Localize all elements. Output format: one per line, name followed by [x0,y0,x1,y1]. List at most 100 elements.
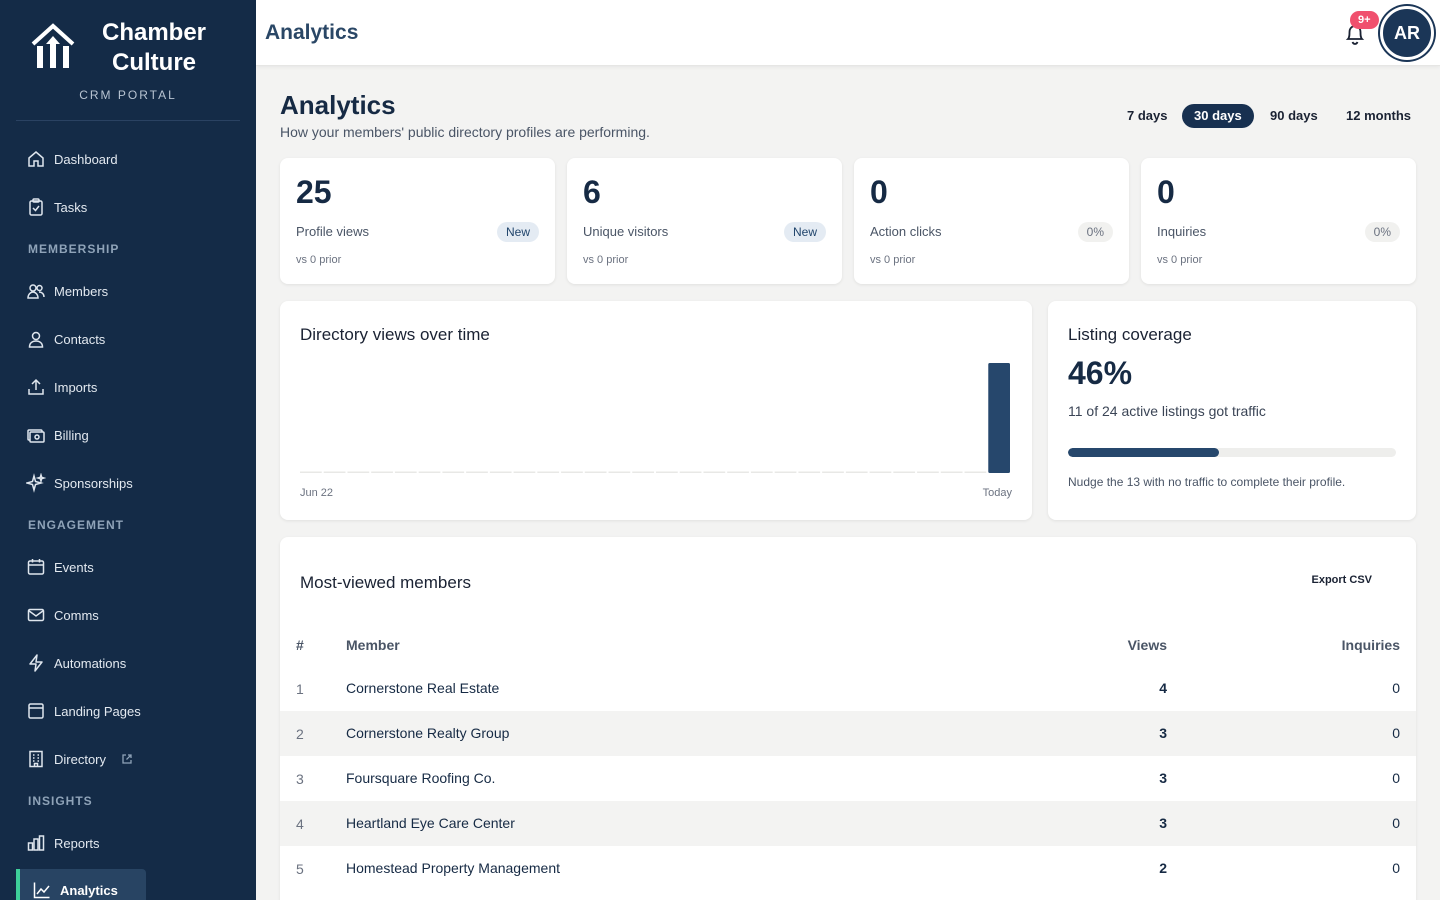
chart-bar-jul-19[interactable] [940,471,963,474]
chart-bar-jul-6[interactable] [632,471,654,474]
range-90-days[interactable]: 90 days [1258,104,1330,128]
chart-bar-jun-22[interactable] [300,471,322,474]
chart-bar-jul-11[interactable] [750,471,773,474]
row-member-name[interactable]: Cornerstone Realty Group [346,725,509,741]
avatar[interactable]: AR [1380,6,1434,60]
sidebar-item-automations[interactable]: Automations [16,643,240,683]
chart-bar-jul-9[interactable] [703,471,726,474]
sidebar-item-contacts[interactable]: Contacts [16,319,240,359]
row-member-name[interactable]: Cornerstone Real Estate [346,680,499,696]
column-header-inquiries[interactable]: Inquiries [1320,637,1400,653]
lightning-bolt-icon [29,654,43,672]
chart-bar-jun-28[interactable] [442,471,465,474]
row-index: 2 [296,726,304,742]
sidebar-item-label: Landing Pages [54,703,141,719]
chart-bar-today[interactable] [988,363,1010,473]
sidebar-item-imports[interactable]: Imports [16,367,240,407]
stat-value: 25 [296,174,332,210]
chart-bar-jul-12[interactable] [774,471,797,474]
stat-prior: vs 0 prior [583,254,629,266]
sidebar-item-members[interactable]: Members [16,271,240,311]
row-member-name[interactable]: Heartland Eye Care Center [346,815,515,831]
chart-bar-jul-14[interactable] [822,471,844,474]
chart-bar-jul-1[interactable] [513,471,536,474]
sidebar-item-label: Analytics [60,882,118,898]
sidebar-item-analytics[interactable]: Analytics [16,869,146,900]
sidebar-item-label: Directory [54,751,107,767]
sidebar-item-directory[interactable]: Directory [16,739,240,779]
chart-bar-jun-24[interactable] [347,471,370,474]
chart-bar-jun-27[interactable] [418,471,441,474]
chart-bar-jul-10[interactable] [727,471,749,474]
stat-label: Inquiries [1157,224,1207,239]
row-inquiries: 0 [1392,860,1400,876]
stat-badge: New [496,222,539,242]
column-header-views[interactable]: Views [1110,637,1167,653]
chart-bar-jul-3[interactable] [561,471,583,474]
sidebar-item-landing-pages[interactable]: Landing Pages [16,691,240,731]
column-header-index: # [296,637,304,653]
user-icon [28,331,44,348]
sidebar-item-billing[interactable]: Billing [16,415,240,455]
sidebar-item-tasks[interactable]: Tasks [16,187,240,227]
column-header-member[interactable]: Member [346,637,400,653]
chart-bar-jul-2[interactable] [537,471,560,474]
brand[interactable]: Chamber Culture [30,18,230,82]
chart-bar-jun-29[interactable] [466,471,488,474]
chart-bar-jul-16[interactable] [869,471,892,474]
sidebar-item-events[interactable]: Events [16,547,240,587]
table-row[interactable]: 1 Cornerstone Real Estate 4 0 [280,666,1416,711]
most-viewed-members-card: Most-viewed members Export CSV # Member … [280,537,1416,900]
sidebar: Chamber Culture CRM PORTAL Dashboard Tas… [0,0,256,900]
sidebar-item-dashboard[interactable]: Dashboard [16,139,240,179]
sidebar-item-comms[interactable]: Comms [16,595,240,635]
table-title: Most-viewed members [300,573,471,592]
page-title: Analytics [280,90,396,120]
row-views: 3 [1159,725,1167,741]
table-row[interactable]: 2 Cornerstone Realty Group 3 0 [280,711,1416,756]
chart-bar-jul-4[interactable] [584,471,607,474]
coverage-note: Nudge the 13 with no traffic to complete… [1068,475,1346,489]
range-7-days[interactable]: 7 days [1115,104,1179,128]
sidebar-item-label: Dashboard [54,151,118,167]
stat-label: Unique visitors [583,224,669,239]
export-csv-button[interactable]: Export CSV [1311,574,1372,586]
sidebar-item-reports[interactable]: Reports [16,823,240,863]
chart-bar-jun-25[interactable] [371,471,393,474]
brand-name: Chamber Culture [94,18,214,78]
chart-bar-jul-8[interactable] [679,471,702,474]
chart-bar-jul-13[interactable] [798,471,821,474]
chart-bar-jul-20[interactable] [964,471,987,474]
coverage-title: Listing coverage [1068,325,1192,344]
sidebar-item-sponsorships[interactable]: Sponsorships [16,463,240,503]
chart-bar-jun-23[interactable] [323,471,346,474]
row-views: 3 [1159,815,1167,831]
table-row[interactable]: 3 Foursquare Roofing Co. 3 0 [280,756,1416,801]
chart-bar-jul-17[interactable] [893,471,916,474]
row-views: 4 [1159,680,1167,696]
stat-label: Profile views [296,224,369,239]
chart-title: Directory views over time [300,325,490,344]
range-12-months[interactable]: 12 months [1334,104,1423,128]
chart-bar-jul-5[interactable] [608,471,631,474]
sidebar-divider [16,120,240,121]
table-row[interactable]: 4 Heartland Eye Care Center 3 0 [280,801,1416,846]
chart-bar-jul-7[interactable] [656,471,678,474]
chart-bar-jul-15[interactable] [845,471,868,474]
coverage-description: 11 of 24 active listings got traffic [1068,403,1266,419]
stat-badge: 0% [1077,222,1113,242]
row-index: 3 [296,771,304,787]
chart-bar-jun-26[interactable] [394,471,417,474]
chart-end-label: Today [982,487,1012,499]
row-member-name[interactable]: Homestead Property Management [346,860,560,876]
section-membership: MEMBERSHIP [28,242,120,256]
table-row[interactable]: 5 Homestead Property Management 2 0 [280,846,1416,891]
row-member-name[interactable]: Foursquare Roofing Co. [346,770,495,786]
upload-icon [28,378,44,395]
stat-badge: New [783,222,826,242]
chart-bar-jun-30[interactable] [489,471,512,474]
chart-bar-jul-18[interactable] [917,471,939,474]
stat-value: 0 [1157,174,1175,210]
range-30-days[interactable]: 30 days [1182,104,1254,128]
row-views: 3 [1159,770,1167,786]
